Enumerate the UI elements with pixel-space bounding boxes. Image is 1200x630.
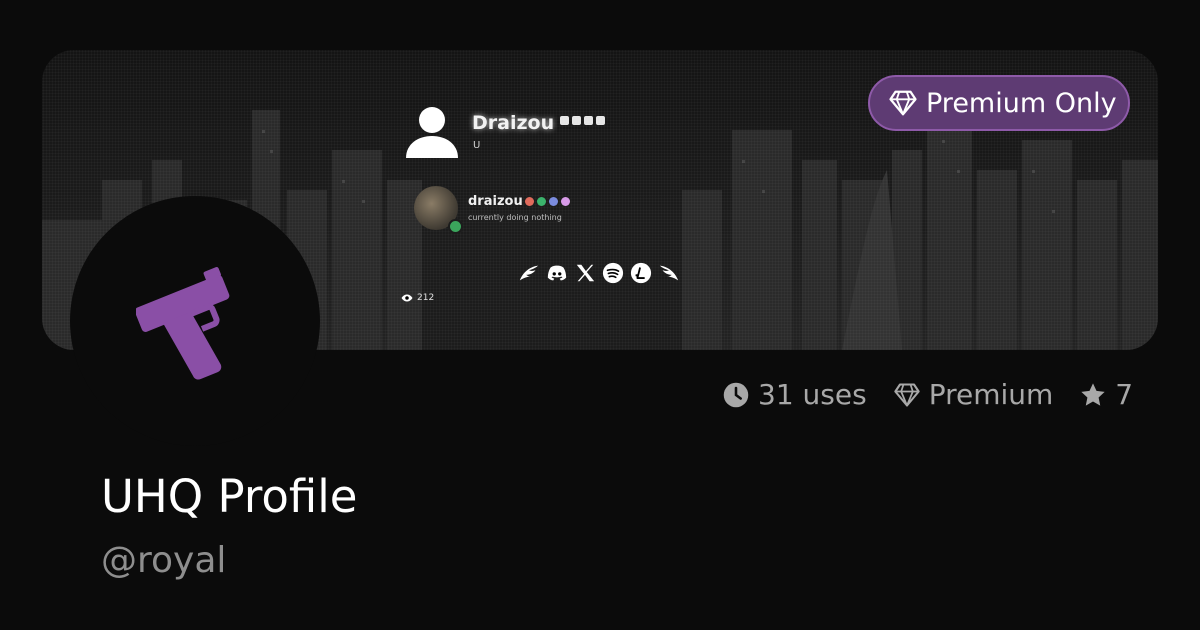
template-stats: 31 uses Premium 7 [722, 378, 1133, 411]
badge-icon [525, 197, 534, 206]
profile-badges [560, 116, 605, 125]
view-counter: 212 [401, 292, 434, 304]
star-icon [1081, 382, 1105, 406]
wing-right-icon [659, 265, 679, 281]
favorites-stat: 7 [1079, 378, 1133, 411]
view-count: 212 [417, 293, 435, 303]
user-avatar-icon [406, 107, 458, 158]
badge-icon [537, 197, 546, 206]
badge-icon [560, 116, 569, 125]
template-author[interactable]: @royal [101, 540, 226, 581]
diamond-icon [893, 382, 920, 407]
wing-left-icon [519, 265, 539, 281]
clock-icon [723, 382, 749, 407]
discord-icon[interactable] [546, 262, 568, 284]
profile-bio: U [473, 140, 481, 151]
premium-only-badge: Premium Only [868, 75, 1130, 131]
uses-count: 31 uses [758, 378, 867, 411]
badge-icon [572, 116, 581, 125]
gun-icon [136, 267, 230, 380]
premium-only-label: Premium Only [926, 87, 1117, 119]
diamond-icon [889, 90, 917, 116]
online-status-dot [448, 219, 463, 234]
uses-stat: 31 uses [722, 378, 867, 411]
tier-label: Premium [928, 378, 1054, 411]
badge-icon [584, 116, 593, 125]
badge-icon [561, 197, 570, 206]
spotify-icon[interactable] [602, 262, 624, 284]
favorites-count: 7 [1115, 378, 1134, 411]
tier-stat: Premium [893, 378, 1054, 411]
eye-icon [401, 294, 413, 302]
discord-presence-card: draizou currently doing nothing [414, 186, 604, 234]
discord-activity: currently doing nothing [468, 213, 562, 222]
template-title: UHQ Profile [101, 470, 358, 523]
badge-icon [549, 197, 558, 206]
social-links [518, 262, 680, 284]
discord-username: draizou [468, 194, 523, 209]
litecoin-icon[interactable] [630, 262, 652, 284]
badge-icon [596, 116, 605, 125]
x-icon[interactable] [574, 262, 596, 284]
discord-badges [525, 197, 570, 206]
profile-display-name: Draizou [472, 112, 555, 134]
